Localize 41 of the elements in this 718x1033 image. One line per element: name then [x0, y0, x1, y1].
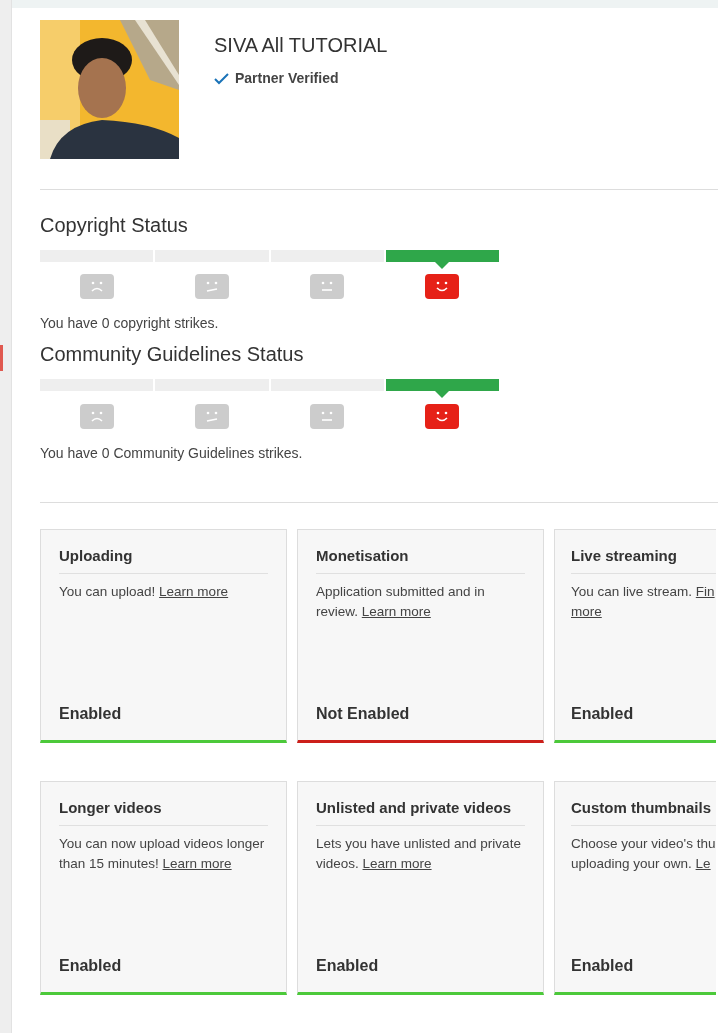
- card-description: Application submitted and in review. Learn more: [316, 583, 486, 621]
- card-description: You can upload! Learn more: [59, 583, 230, 602]
- sad-face-icon: [79, 403, 114, 429]
- neutral-face-icon: [310, 274, 345, 300]
- section-heading: Community Guidelines Status: [40, 342, 305, 367]
- learn-more-link[interactable]: Learn more: [361, 603, 431, 619]
- status-label: Enabled: [59, 703, 123, 724]
- sad-face-icon: [79, 274, 114, 300]
- uneasy-face-icon: [194, 403, 229, 429]
- nav-marker: [0, 345, 3, 371]
- card-description: Choose your video's thu uploading your own. Le: [571, 835, 716, 873]
- smiley-face-icon: [425, 403, 460, 429]
- verified-label: Partner Verified: [235, 69, 339, 88]
- card-title: Uploading: [59, 544, 268, 575]
- checkmark-icon: [214, 72, 229, 85]
- status-label: Not Enabled: [316, 703, 411, 724]
- learn-more-link[interactable]: more: [571, 603, 602, 619]
- strike-message: You have 0 copyright strikes.: [40, 314, 220, 334]
- status-label: Enabled: [571, 955, 635, 976]
- smiley-face-icon: [425, 274, 460, 300]
- learn-more-link[interactable]: Learn more: [162, 855, 232, 871]
- strike-message: You have 0 Community Guidelines strikes.: [40, 443, 304, 463]
- card-description: Lets you have unlisted and private videos. Learn more: [316, 835, 522, 873]
- card-title: Custom thumbnails: [571, 796, 716, 827]
- learn-more-link[interactable]: Fin: [695, 584, 715, 600]
- section-heading: Copyright Status: [40, 213, 189, 237]
- card-title: Unlisted and private videos: [316, 796, 525, 827]
- status-label: Enabled: [59, 955, 123, 976]
- card-description: You can live stream. Fin more: [571, 583, 716, 621]
- card-title: Longer videos: [59, 796, 268, 827]
- learn-more-link[interactable]: Learn more: [362, 855, 432, 871]
- neutral-face-icon: [310, 403, 345, 429]
- learn-more-link[interactable]: Learn more: [159, 584, 229, 600]
- status-label: Enabled: [571, 703, 635, 724]
- learn-more-link[interactable]: Le: [695, 855, 711, 871]
- uneasy-face-icon: [194, 274, 229, 300]
- card-description: You can now upload videos longer than 15 minutes! Learn more: [59, 835, 266, 873]
- channel-name: SIVA All TUTORIAL: [214, 33, 388, 58]
- card-title: Live streaming: [571, 544, 716, 575]
- status-label: Enabled: [316, 955, 380, 976]
- card-title: Monetisation: [316, 544, 525, 575]
